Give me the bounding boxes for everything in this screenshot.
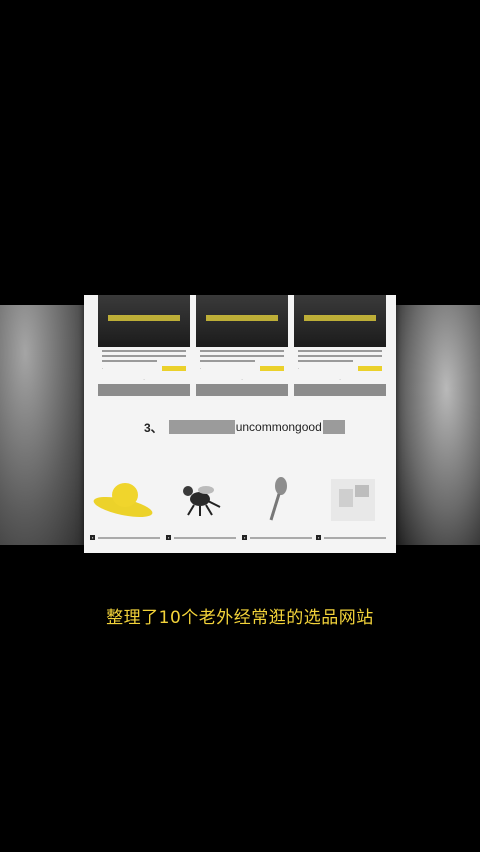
price-text: · — [298, 366, 300, 371]
card-footer-bar — [196, 384, 288, 396]
card-footer-bar — [294, 384, 386, 396]
spoon-icon — [269, 477, 287, 521]
product-image-spoon[interactable] — [244, 473, 310, 525]
product-image-mug[interactable] — [320, 473, 386, 525]
product-image — [294, 295, 386, 347]
price-text: · — [200, 366, 202, 371]
product-card[interactable]: · · — [294, 295, 386, 396]
card-caption: · — [143, 377, 145, 382]
redacted-block — [322, 420, 345, 434]
add-to-cart-button[interactable] — [260, 366, 284, 371]
card-caption: · — [241, 377, 243, 382]
section-heading: 3、 uncommongood — [144, 419, 345, 435]
background-left-blur — [0, 305, 84, 545]
product-caption: ▪ — [316, 535, 386, 540]
product-image — [196, 295, 288, 347]
add-to-cart-button[interactable] — [358, 366, 382, 371]
product-card[interactable]: · · — [196, 295, 288, 396]
product-caption: ▪ — [166, 535, 236, 540]
card-footer-bar — [98, 384, 190, 396]
yellow-hat-icon — [93, 483, 153, 518]
mug-icon — [331, 479, 375, 521]
redacted-block — [168, 420, 235, 434]
website-screenshot: · · · · · · 3、 uncommongood ▪ ▪ ▪ ▪ — [84, 295, 396, 553]
add-to-cart-button[interactable] — [162, 366, 186, 371]
product-caption: ▪ — [90, 535, 160, 540]
video-subtitle: 整理了10个老外经常逛的选品网站 — [106, 608, 374, 628]
product-card[interactable]: · · — [98, 295, 190, 396]
background-right-blur — [396, 305, 480, 545]
section-number: 3、 — [144, 420, 163, 435]
bee-figurine-icon — [183, 486, 221, 516]
product-image-hat[interactable] — [90, 473, 156, 525]
product-image-bee[interactable] — [168, 473, 234, 525]
card-caption: · — [339, 377, 341, 382]
site-name: uncommongood — [235, 420, 322, 434]
price-text: · — [102, 366, 104, 371]
product-image — [98, 295, 190, 347]
product-caption: ▪ — [242, 535, 312, 540]
